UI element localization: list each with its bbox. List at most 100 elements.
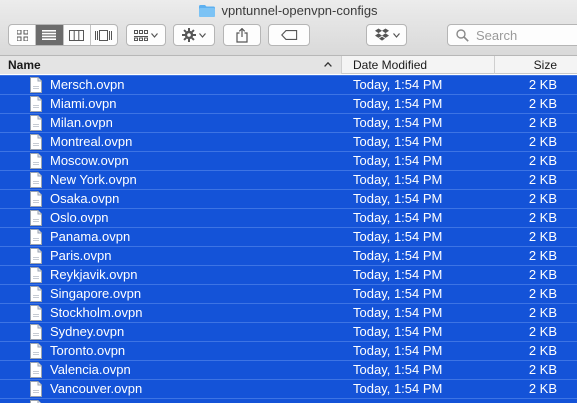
- file-date-modified: Today, 1:54 PM: [353, 210, 443, 225]
- file-date-modified: Today, 1:54 PM: [353, 96, 443, 111]
- dropbox-button[interactable]: [366, 24, 407, 46]
- file-row[interactable]: Singapore.ovpn Today, 1:54 PM 2 KB: [0, 284, 577, 303]
- icon-view-button[interactable]: [9, 25, 37, 45]
- document-icon: [30, 305, 42, 321]
- file-date-modified: Today, 1:54 PM: [353, 286, 443, 301]
- document-icon: [30, 381, 42, 397]
- file-size: 2 KB: [528, 305, 557, 320]
- file-size: 2 KB: [528, 229, 557, 244]
- file-date-modified: Today, 1:54 PM: [353, 153, 443, 168]
- file-row[interactable]: Montreal.ovpn Today, 1:54 PM 2 KB: [0, 132, 577, 151]
- file-name: Toronto.ovpn: [50, 343, 126, 358]
- action-button[interactable]: [173, 24, 215, 46]
- file-row[interactable]: Valencia.ovpn Today, 1:54 PM 2 KB: [0, 360, 577, 379]
- file-size: 2 KB: [528, 362, 557, 377]
- document-icon: [30, 229, 42, 245]
- file-date-modified: Today, 1:54 PM: [353, 343, 443, 358]
- file-size: 2 KB: [528, 267, 557, 282]
- file-size: 2 KB: [528, 286, 557, 301]
- file-row[interactable]: Miami.ovpn Today, 1:54 PM 2 KB: [0, 94, 577, 113]
- search-placeholder: Search: [476, 27, 518, 43]
- file-name: Moscow.ovpn: [50, 153, 129, 168]
- file-date-modified: Today, 1:54 PM: [353, 77, 443, 92]
- document-icon: [30, 286, 42, 302]
- tags-button[interactable]: [268, 24, 310, 46]
- file-size: 2 KB: [528, 191, 557, 206]
- document-icon: [30, 172, 42, 188]
- document-icon: [30, 324, 42, 340]
- file-name: Milan.ovpn: [50, 115, 113, 130]
- file-name: Vancouver.ovpn: [50, 381, 143, 396]
- column-view-icon: [69, 29, 85, 41]
- file-date-modified: Today, 1:54 PM: [353, 267, 443, 282]
- document-icon: [30, 115, 42, 131]
- file-row[interactable]: Sydney.ovpn Today, 1:54 PM 2 KB: [0, 322, 577, 341]
- document-icon: [30, 153, 42, 169]
- document-icon: [30, 343, 42, 359]
- file-size: 2 KB: [528, 324, 557, 339]
- window-title-bar: vpntunnel-openvpn-configs: [0, 3, 577, 19]
- column-header-name[interactable]: Name: [0, 56, 342, 74]
- file-size: 2 KB: [528, 96, 557, 111]
- file-date-modified: Today, 1:54 PM: [353, 248, 443, 263]
- file-date-modified: Today, 1:54 PM: [353, 305, 443, 320]
- file-size: 2 KB: [528, 153, 557, 168]
- document-icon: [30, 77, 42, 93]
- file-name: New York.ovpn: [50, 172, 137, 187]
- file-row[interactable]: Oslo.ovpn Today, 1:54 PM 2 KB: [0, 208, 577, 227]
- file-name: Miami.ovpn: [50, 96, 117, 111]
- share-button[interactable]: [223, 24, 261, 46]
- file-row[interactable]: Osaka.ovpn Today, 1:54 PM 2 KB: [0, 189, 577, 208]
- arrange-button[interactable]: [126, 24, 166, 46]
- file-name: Reykjavik.ovpn: [50, 267, 138, 282]
- document-icon: [30, 248, 42, 264]
- file-date-modified: Today, 1:54 PM: [353, 134, 443, 149]
- cover-flow-icon: [95, 29, 113, 41]
- cover-flow-button[interactable]: [91, 25, 117, 45]
- arrange-grid-icon: [134, 29, 148, 41]
- file-size: 2 KB: [528, 210, 557, 225]
- column-header: Name Date Modified Size: [0, 56, 577, 74]
- chevron-down-icon: [199, 32, 206, 38]
- file-row[interactable]: Reykjavik.ovpn Today, 1:54 PM 2 KB: [0, 265, 577, 284]
- search-field[interactable]: Search: [447, 24, 577, 46]
- file-row[interactable]: Milan.ovpn Today, 1:54 PM 2 KB: [0, 113, 577, 132]
- file-row[interactable]: Panama.ovpn Today, 1:54 PM 2 KB: [0, 227, 577, 246]
- file-row[interactable]: Mersch.ovpn Today, 1:54 PM 2 KB: [0, 75, 577, 94]
- view-mode-segmented-control: [8, 24, 118, 46]
- chevron-down-icon: [151, 32, 158, 38]
- tag-icon: [280, 30, 297, 40]
- file-row[interactable]: New York.ovpn Today, 1:54 PM 2 KB: [0, 170, 577, 189]
- file-name: Panama.ovpn: [50, 229, 131, 244]
- file-name: Sydney.ovpn: [50, 324, 125, 339]
- column-header-size[interactable]: Size: [495, 56, 577, 74]
- file-row[interactable]: Stockholm.ovpn Today, 1:54 PM 2 KB: [0, 303, 577, 322]
- file-date-modified: Today, 1:54 PM: [353, 229, 443, 244]
- file-row[interactable]: Toronto.ovpn Today, 1:54 PM 2 KB: [0, 341, 577, 360]
- file-size: 2 KB: [528, 248, 557, 263]
- file-list: Mersch.ovpn Today, 1:54 PM 2 KB Miami.ov…: [0, 75, 577, 403]
- file-row[interactable]: [0, 398, 577, 403]
- chevron-down-icon: [392, 32, 400, 38]
- file-date-modified: Today, 1:54 PM: [353, 324, 443, 339]
- column-view-button[interactable]: [64, 25, 91, 45]
- folder-icon: [199, 4, 216, 17]
- file-name: Stockholm.ovpn: [50, 305, 143, 320]
- dropbox-icon: [374, 28, 389, 41]
- list-view-button[interactable]: [36, 25, 64, 45]
- file-row[interactable]: Vancouver.ovpn Today, 1:54 PM 2 KB: [0, 379, 577, 398]
- file-date-modified: Today, 1:54 PM: [353, 115, 443, 130]
- search-icon: [456, 29, 469, 42]
- file-row[interactable]: Paris.ovpn Today, 1:54 PM 2 KB: [0, 246, 577, 265]
- share-icon: [236, 27, 248, 43]
- file-row[interactable]: Moscow.ovpn Today, 1:54 PM 2 KB: [0, 151, 577, 170]
- file-date-modified: Today, 1:54 PM: [353, 191, 443, 206]
- column-header-date[interactable]: Date Modified: [342, 56, 495, 74]
- file-name: Singapore.ovpn: [50, 286, 142, 301]
- column-size-label: Size: [533, 58, 557, 72]
- document-icon: [30, 134, 42, 150]
- list-view-icon: [42, 30, 57, 40]
- file-size: 2 KB: [528, 343, 557, 358]
- file-name: Osaka.ovpn: [50, 191, 120, 206]
- file-size: [495, 399, 557, 403]
